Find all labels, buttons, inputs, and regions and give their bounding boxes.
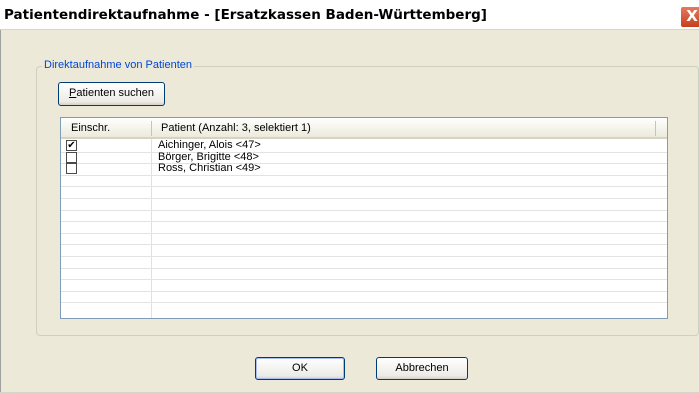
empty-row: [61, 187, 667, 199]
cancel-button[interactable]: Abbrechen: [376, 357, 468, 380]
search-button-label: atienten suchen: [76, 87, 154, 99]
groupbox-legend: Direktaufnahme von Patienten: [42, 59, 194, 71]
patient-list[interactable]: Einschr. Patient (Anzahl: 3, selektiert …: [60, 117, 668, 319]
empty-row: [61, 176, 667, 188]
column-divider[interactable]: [151, 121, 152, 136]
patient-name: Ross, Christian <49>: [158, 162, 261, 175]
column-divider[interactable]: [655, 121, 656, 136]
ok-button[interactable]: OK: [255, 357, 345, 380]
title-bar[interactable]: Patientendirektaufnahme - [Ersatzkassen …: [0, 0, 699, 30]
row-checkbox[interactable]: ✔: [66, 140, 77, 151]
window-title: Patientendirektaufnahme - [Ersatzkassen …: [4, 7, 487, 23]
empty-row: [61, 245, 667, 257]
empty-row: [61, 211, 667, 223]
list-header: Einschr. Patient (Anzahl: 3, selektiert …: [61, 118, 667, 139]
table-row[interactable]: ✔ Aichinger, Alois <47>: [61, 139, 667, 153]
window-border: [0, 30, 1, 394]
list-rows: ✔ Aichinger, Alois <47> Börger, Brigitte…: [61, 139, 667, 304]
table-row[interactable]: Börger, Brigitte <48>: [61, 150, 667, 165]
table-row[interactable]: Ross, Christian <49>: [61, 162, 667, 176]
patient-name: Aichinger, Alois <47>: [158, 139, 261, 151]
empty-row: [61, 199, 667, 211]
column-header-einschr[interactable]: Einschr.: [71, 122, 110, 134]
row-checkbox[interactable]: [66, 163, 77, 175]
empty-row: [61, 234, 667, 246]
row-checkbox[interactable]: [66, 151, 77, 163]
column-header-patient[interactable]: Patient (Anzahl: 3, selektiert 1): [161, 122, 311, 134]
patient-name: Börger, Brigitte <48>: [158, 150, 259, 163]
empty-row: [61, 269, 667, 281]
close-icon[interactable]: X: [680, 6, 699, 28]
empty-row: [61, 280, 667, 292]
search-patients-button[interactable]: Patienten suchen: [58, 82, 165, 106]
empty-row: [61, 257, 667, 269]
empty-row: [61, 222, 667, 234]
empty-row: [61, 292, 667, 304]
